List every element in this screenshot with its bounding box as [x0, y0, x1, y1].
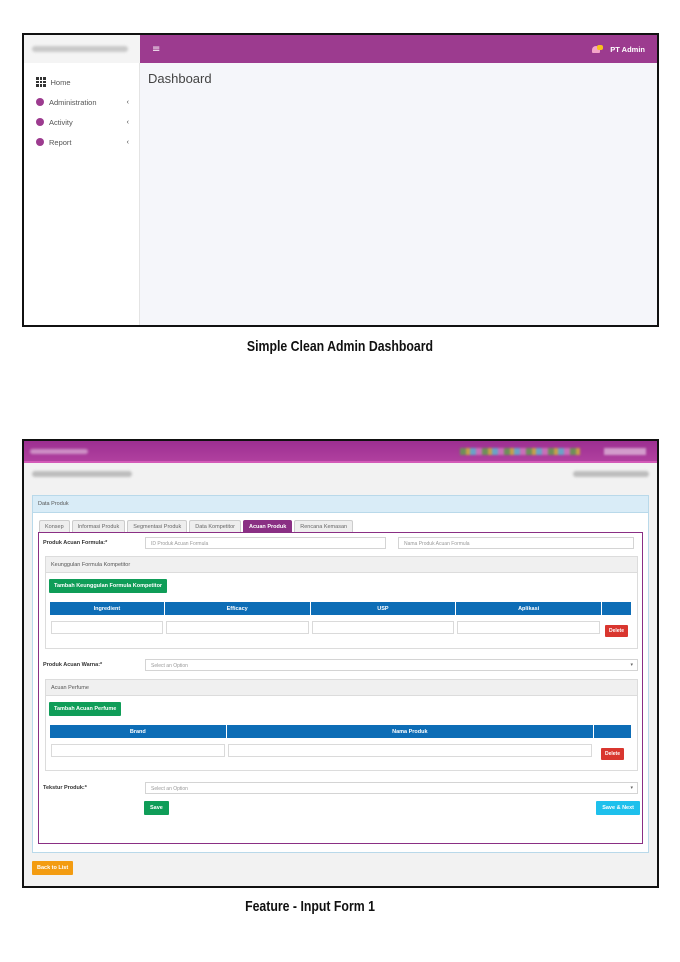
column-header: Ingredient [49, 601, 165, 616]
sidebar-item-label: Activity [49, 117, 73, 127]
keunggulan-title: Keunggulan Formula Kompetitor [46, 557, 637, 573]
dashboard-screenshot: ≡ PT Admin Home Administration ‹ Activit… [22, 33, 659, 327]
tab-segmentasi-produk[interactable]: Segmentasi Produk [127, 520, 188, 532]
aplikasi-input[interactable] [457, 620, 600, 634]
column-header-action [593, 724, 632, 739]
sidebar-item-label: Home [50, 77, 71, 87]
delete-button[interactable]: Delete [604, 625, 628, 637]
user-menu[interactable]: PT Admin [592, 44, 645, 54]
tab-rencana-kemasan[interactable]: Rencana Kemasan [294, 520, 354, 532]
data-produk-panel: Data Produk Konsep Informasi Produk Segm… [32, 495, 649, 853]
user-menu[interactable] [604, 448, 646, 455]
delete-button[interactable]: Delete [601, 748, 625, 760]
chevron-left-icon[interactable]: ‹ [127, 119, 129, 126]
sidebar: Home Administration ‹ Activity ‹ Report … [24, 63, 140, 325]
chevron-left-icon[interactable]: ‹ [127, 99, 129, 106]
column-header: Brand [49, 724, 227, 739]
column-header: Nama Produk [225, 724, 595, 739]
nama-produk-input[interactable] [227, 743, 593, 757]
column-header: Aplikasi [455, 601, 602, 616]
add-acuan-perfume-button[interactable]: Tambah Acuan Perfume [49, 702, 122, 716]
usp-input[interactable] [311, 620, 455, 634]
dot-icon [36, 98, 44, 106]
sidebar-item-label: Administration [49, 97, 97, 107]
form-page: Data Produk Konsep Informasi Produk Segm… [24, 463, 657, 886]
brand-input[interactable] [51, 743, 225, 757]
sidebar-item-label: Report [49, 137, 72, 147]
page-title: Dashboard [148, 71, 212, 86]
sidebar-item-administration[interactable]: Administration ‹ [24, 92, 139, 112]
back-to-list-button[interactable]: Back to List [32, 861, 74, 875]
sidebar-item-report[interactable]: Report ‹ [24, 132, 139, 152]
add-keunggulan-button[interactable]: Tambah Keunggulan Formula Kompetitor [49, 579, 168, 593]
top-navbar [24, 441, 657, 463]
tekstur-produk-row: Tekstur Produk:* Select an Option [43, 782, 638, 794]
tab-konsep[interactable]: Konsep [39, 520, 70, 532]
produk-acuan-formula-id-input[interactable]: ID Produk Acuan Formula [145, 537, 386, 549]
save-button[interactable]: Save [144, 801, 169, 815]
sidebar-item-home[interactable]: Home [24, 72, 139, 92]
main-content: Dashboard [140, 63, 657, 325]
tab-data-kompetitor[interactable]: Data Kompetitor [189, 520, 241, 532]
caption-dashboard: Simple Clean Admin Dashboard [246, 338, 434, 355]
brand-logo[interactable] [30, 449, 88, 454]
ingredient-input[interactable] [51, 620, 163, 634]
table-row: Delete [49, 615, 633, 639]
acuan-perfume-table: Brand Nama Produk Delete [49, 724, 632, 762]
breadcrumb [32, 471, 132, 477]
input-form-screenshot: Data Produk Konsep Informasi Produk Segm… [22, 439, 659, 888]
produk-acuan-warna-select[interactable]: Select an Option [145, 659, 638, 671]
acuan-perfume-title: Acuan Perfume [46, 680, 637, 696]
user-name[interactable]: PT Admin [610, 45, 645, 54]
tekstur-produk-label: Tekstur Produk:* [43, 785, 87, 791]
save-and-next-button[interactable]: Save & Next [596, 801, 640, 815]
dot-icon [36, 138, 44, 146]
produk-acuan-formula-name-input[interactable]: Nama Produk Acuan Formula [398, 537, 634, 549]
panel-title: Data Produk [33, 496, 648, 513]
grid-icon [36, 77, 46, 87]
top-navbar: ≡ PT Admin [140, 35, 657, 63]
acuan-produk-form: Produk Acuan Formula:* ID Produk Acuan F… [38, 532, 643, 844]
produk-acuan-formula-row: Produk Acuan Formula:* ID Produk Acuan F… [43, 537, 638, 549]
sidebar-item-activity[interactable]: Activity ‹ [24, 112, 139, 132]
hamburger-menu-icon[interactable]: ≡ [152, 44, 160, 55]
acuan-perfume-panel: Acuan Perfume Tambah Acuan Perfume Brand… [45, 679, 638, 771]
produk-acuan-formula-label: Produk Acuan Formula:* [43, 540, 108, 546]
efficacy-input[interactable] [165, 620, 309, 634]
column-header: Efficacy [163, 601, 311, 616]
produk-acuan-warna-row: Produk Acuan Warna:* Select an Option [43, 659, 638, 671]
dot-icon [36, 118, 44, 126]
tab-acuan-produk[interactable]: Acuan Produk [242, 520, 293, 532]
tab-bar: Konsep Informasi Produk Segmentasi Produ… [39, 520, 354, 532]
keunggulan-table: Ingredient Efficacy USP Aplikasi Delete [49, 601, 633, 639]
notification-icon[interactable] [592, 44, 604, 54]
brand-logo[interactable] [24, 35, 140, 63]
toolbar-icons[interactable] [460, 448, 580, 455]
tekstur-produk-select[interactable]: Select an Option [145, 782, 638, 794]
breadcrumb-right [573, 471, 649, 477]
caption-input-form: Feature - Input Form 1 [245, 898, 375, 915]
keunggulan-panel: Keunggulan Formula Kompetitor Tambah Keu… [45, 556, 638, 649]
table-row: Delete [49, 738, 632, 762]
produk-acuan-warna-label: Produk Acuan Warna:* [43, 662, 103, 668]
column-header-action [600, 601, 633, 616]
chevron-left-icon[interactable]: ‹ [127, 139, 129, 146]
column-header: USP [309, 601, 457, 616]
tab-informasi-produk[interactable]: Informasi Produk [71, 520, 126, 532]
